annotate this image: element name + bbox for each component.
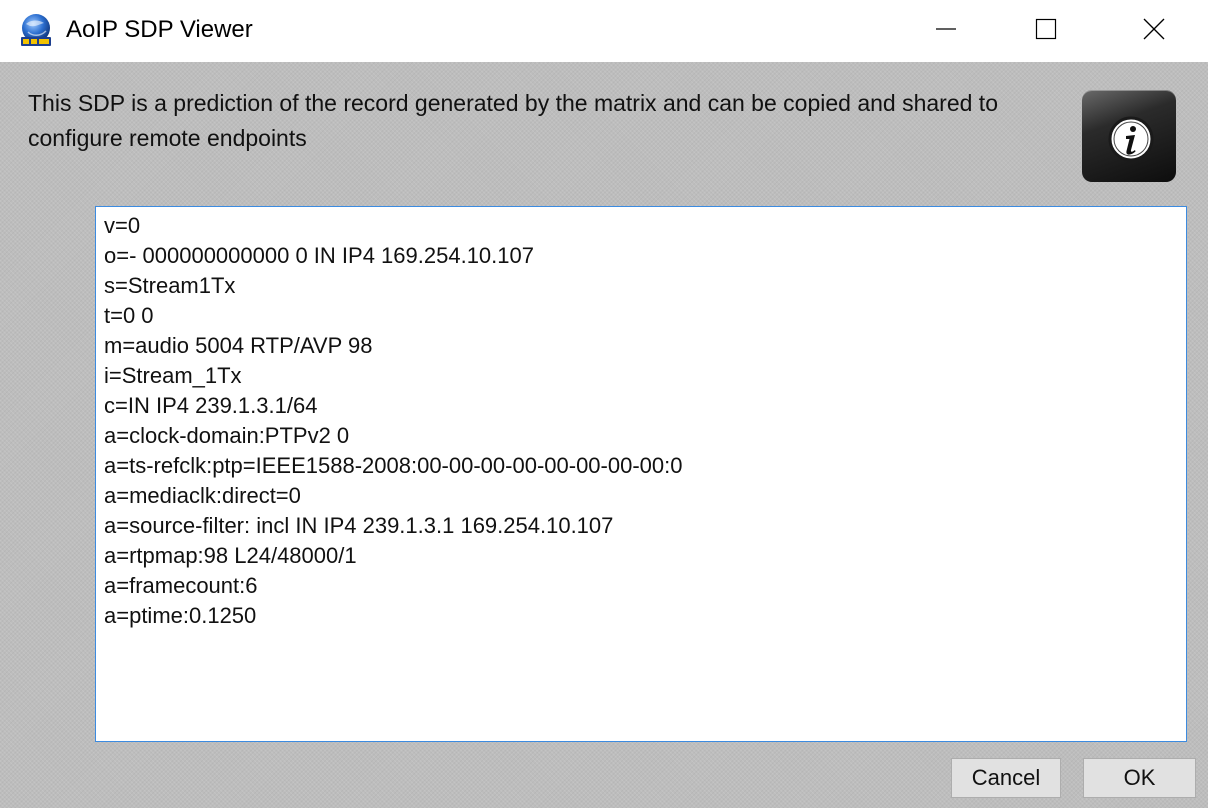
sdp-line: t=0 0 [104,303,154,328]
sdp-line: v=0 [104,213,141,238]
maximize-button[interactable] [1000,0,1092,62]
sdp-line: a=ts-refclk:ptp=IEEE1588-2008:00-00-00-0… [104,453,683,478]
close-icon [1142,17,1166,46]
sdp-line: a=ptime:0.1250 [104,603,257,628]
sdp-line: i=Stream_1Tx [104,363,242,388]
sdp-line: c=IN IP4 239.1.3.1/64 [104,393,318,418]
globe-app-icon [18,12,54,48]
window-title: AoIP SDP Viewer [66,16,253,43]
sdp-line: a=source-filter: incl IN IP4 239.1.3.1 1… [104,513,614,538]
sdp-line: s=Stream1Tx [104,273,236,298]
sdp-line: a=mediaclk:direct=0 [104,483,301,508]
sdp-viewer-window: AoIP SDP Viewer This SDP is a prediction… [0,0,1208,808]
minimize-icon [934,17,958,46]
sdp-line: a=rtpmap:98 L24/48000/1 [104,543,357,568]
maximize-icon [1034,17,1058,46]
ok-button[interactable]: OK [1083,758,1196,798]
minimize-button[interactable] [900,0,992,62]
dialog-body: This SDP is a prediction of the record g… [0,62,1208,808]
info-message: This SDP is a prediction of the record g… [28,90,998,151]
sdp-line: m=audio 5004 RTP/AVP 98 [104,333,373,358]
sdp-line: a=framecount:6 [104,573,258,598]
title-bar[interactable]: AoIP SDP Viewer [0,0,1208,62]
sdp-line: a=clock-domain:PTPv2 0 [104,423,350,448]
close-button[interactable] [1108,0,1200,62]
cancel-button[interactable]: Cancel [951,758,1061,798]
sdp-text-area[interactable]: v=0 o=- 000000000000 0 IN IP4 169.254.10… [95,206,1187,742]
sdp-line: o=- 000000000000 0 IN IP4 169.254.10.107 [104,243,534,268]
info-icon [1082,90,1176,182]
